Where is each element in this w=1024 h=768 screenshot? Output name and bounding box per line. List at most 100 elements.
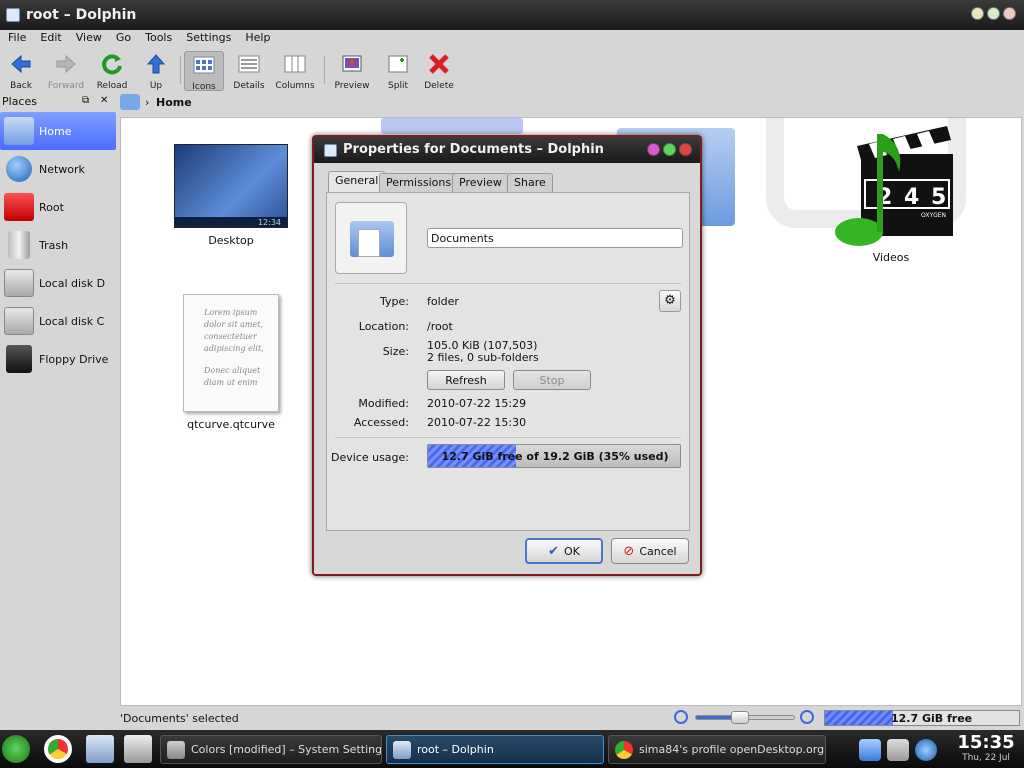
place-trash[interactable]: Trash [0, 226, 116, 264]
breadcrumb-current[interactable]: Home [156, 96, 192, 109]
status-bar: 'Documents' selected 12.7 GiB free [0, 708, 1024, 730]
task-label: root – Dolphin [417, 743, 494, 756]
up-label: Up [149, 81, 163, 91]
delete-label: Delete [424, 81, 454, 91]
view-icons-button[interactable]: Icons [184, 51, 224, 92]
name-input[interactable]: Documents [427, 228, 683, 248]
breadcrumb: › Home [118, 94, 1018, 112]
clapper-brand: OXYGEN [921, 212, 946, 219]
place-local-disk-c[interactable]: Local disk C [0, 302, 116, 340]
update-icon[interactable] [915, 739, 937, 761]
size-label: Size: [382, 345, 409, 358]
window-buttons [971, 7, 1016, 20]
window-titlebar[interactable]: root – Dolphin [0, 0, 1024, 30]
view-details-button[interactable]: Details [224, 51, 274, 91]
modified-label: Modified: [358, 397, 409, 410]
maximize-icon[interactable] [987, 7, 1000, 20]
clock-date: Thu, 22 Jul [962, 753, 1010, 763]
notifier-icon[interactable] [859, 739, 881, 761]
stop-button[interactable]: Stop [513, 370, 591, 390]
view-columns-button[interactable]: Columns [270, 51, 320, 91]
help-icon[interactable] [647, 143, 660, 156]
place-network[interactable]: Network [0, 150, 116, 188]
ok-button[interactable]: ✔ OK [525, 538, 603, 564]
system-tray [855, 735, 945, 763]
properties-dialog: Properties for Documents – Dolphin Gener… [312, 135, 702, 576]
split-icon [388, 55, 408, 73]
change-icon-button[interactable] [335, 202, 407, 274]
reload-label: Reload [96, 81, 128, 91]
shade-icon[interactable] [663, 143, 676, 156]
back-button[interactable]: Back [0, 51, 46, 91]
place-home[interactable]: Home [0, 112, 116, 150]
home-crumb-icon[interactable] [120, 94, 140, 110]
wrench-icon: ⚙ [664, 293, 676, 308]
reload-button[interactable]: Reload [87, 51, 137, 91]
detach-panel-icon[interactable]: ⧉ [82, 95, 89, 106]
free-space-indicator[interactable]: 12.7 GiB free [824, 710, 1020, 726]
close-icon[interactable] [1003, 7, 1016, 20]
up-button[interactable]: Up [131, 51, 181, 91]
app-launcher-icon[interactable] [2, 735, 30, 763]
preview-button[interactable]: Preview [327, 51, 377, 91]
task-dolphin[interactable]: root – Dolphin [386, 735, 604, 764]
checkmark-icon: ✔ [548, 543, 560, 559]
place-root[interactable]: Root [0, 188, 116, 226]
doc-line: dolor sit amet, [204, 320, 263, 329]
place-floppy-drive[interactable]: Floppy Drive [0, 340, 116, 378]
file-videos[interactable]: 2 4 5 OXYGEN Videos [821, 124, 961, 264]
home-folder-icon [4, 117, 34, 145]
dolphin-icon [393, 740, 411, 759]
menu-settings[interactable]: Settings [186, 30, 231, 46]
doc-line: Donec aliquet [204, 366, 261, 375]
refresh-button[interactable]: Refresh [427, 370, 505, 390]
file-label: Videos [872, 251, 910, 264]
device-usage-label: Device usage: [330, 451, 409, 464]
file-desktop[interactable]: 12:34 Desktop [171, 144, 291, 247]
menubar: File Edit View Go Tools Settings Help [0, 30, 1024, 46]
menu-go[interactable]: Go [116, 30, 131, 46]
close-panel-icon[interactable]: ✕ [100, 95, 108, 106]
tab-preview[interactable]: Preview [452, 173, 509, 192]
zoom-out-icon[interactable] [674, 710, 688, 724]
separator [335, 437, 681, 438]
desktop-switch-icon[interactable] [124, 735, 152, 763]
accessed-label: Accessed: [353, 416, 409, 429]
selected-documents-folder[interactable] [381, 118, 523, 134]
zoom-in-icon[interactable] [800, 710, 814, 724]
place-label: Trash [39, 238, 69, 252]
menu-help[interactable]: Help [245, 30, 270, 46]
chrome-icon[interactable] [44, 735, 72, 763]
place-label: Local disk C [39, 314, 105, 328]
file-type-options-button[interactable]: ⚙ [659, 290, 681, 312]
dialog-close-icon[interactable] [679, 143, 692, 156]
volume-icon[interactable] [887, 739, 909, 761]
tab-share[interactable]: Share [507, 173, 553, 192]
delete-button[interactable]: Delete [414, 51, 464, 91]
dialog-titlebar[interactable]: Properties for Documents – Dolphin [314, 137, 700, 163]
type-value: folder [427, 295, 459, 308]
icons-label: Icons [192, 82, 216, 92]
task-browser[interactable]: sima84's profile openDesktop.org - G [608, 735, 826, 764]
menu-tools[interactable]: Tools [145, 30, 172, 46]
menu-file[interactable]: File [8, 30, 26, 46]
dialog-app-icon [324, 144, 337, 157]
menu-edit[interactable]: Edit [40, 30, 61, 46]
dolphin-app-icon[interactable] [6, 8, 20, 22]
columns-view-icon [284, 55, 306, 73]
chrome-icon [615, 740, 633, 759]
file-manager-icon[interactable] [86, 735, 114, 763]
zoom-slider-handle[interactable] [731, 711, 749, 724]
place-local-disk-d[interactable]: Local disk D [0, 264, 116, 302]
cancel-icon: ⊘ [623, 543, 635, 559]
task-system-settings[interactable]: Colors [modified] – System Settings [160, 735, 382, 764]
minimize-icon[interactable] [971, 7, 984, 20]
menu-view[interactable]: View [76, 30, 102, 46]
tab-general[interactable]: General [328, 171, 386, 192]
file-qtcurve[interactable]: Lorem ipsum dolor sit amet, consectetuer… [171, 294, 291, 431]
clapperboard-music-icon: 2 4 5 OXYGEN [835, 126, 953, 246]
cancel-button[interactable]: ⊘ Cancel [611, 538, 689, 564]
forward-button[interactable]: Forward [41, 51, 91, 91]
tab-permissions[interactable]: Permissions [379, 173, 459, 192]
clock[interactable]: 15:35 Thu, 22 Jul [950, 732, 1022, 763]
